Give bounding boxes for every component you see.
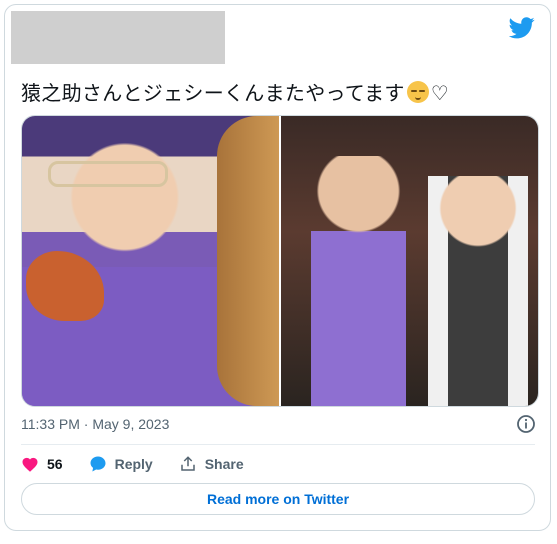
divider bbox=[21, 444, 535, 445]
tweet-actions: 56 Reply Share bbox=[21, 453, 270, 475]
reply-bubble-icon bbox=[90, 456, 106, 472]
photo-left-pizza bbox=[26, 251, 104, 321]
share-button[interactable]: Share bbox=[179, 455, 244, 473]
photo-right-person-left bbox=[311, 156, 406, 406]
twitter-bird-icon[interactable] bbox=[509, 17, 535, 39]
like-count: 56 bbox=[47, 456, 63, 472]
photo-right[interactable] bbox=[281, 116, 538, 406]
photo-left-hair bbox=[217, 116, 279, 406]
reply-button[interactable]: Reply bbox=[89, 455, 153, 473]
photo-right-person-right bbox=[428, 176, 528, 406]
pensive-face-emoji-icon bbox=[406, 81, 429, 103]
tweet-timestamp[interactable]: 11:33 PM · May 9, 2023 bbox=[21, 416, 169, 432]
share-label: Share bbox=[204, 456, 244, 472]
share-upload-icon bbox=[180, 456, 195, 471]
like-button[interactable]: 56 bbox=[21, 456, 63, 472]
tweet-text-body: 猿之助さんとジェシーくんまたやってます bbox=[21, 83, 405, 105]
reply-label: Reply bbox=[114, 456, 153, 472]
tweet-text: 猿之助さんとジェシーくんまたやってます ♡ bbox=[21, 77, 449, 106]
read-more-button[interactable]: Read more on Twitter bbox=[21, 483, 535, 515]
redacted-author-block bbox=[11, 11, 225, 64]
tweet-card: 猿之助さんとジェシーくんまたやってます ♡ 11:33 PM · May 9, 2… bbox=[4, 4, 551, 531]
tweet-media[interactable] bbox=[21, 115, 539, 407]
heart-icon bbox=[22, 457, 38, 472]
photo-left-glasses bbox=[48, 161, 168, 187]
heart-symbol: ♡ bbox=[430, 83, 449, 105]
info-icon[interactable] bbox=[516, 414, 536, 434]
photo-left[interactable] bbox=[22, 116, 279, 406]
